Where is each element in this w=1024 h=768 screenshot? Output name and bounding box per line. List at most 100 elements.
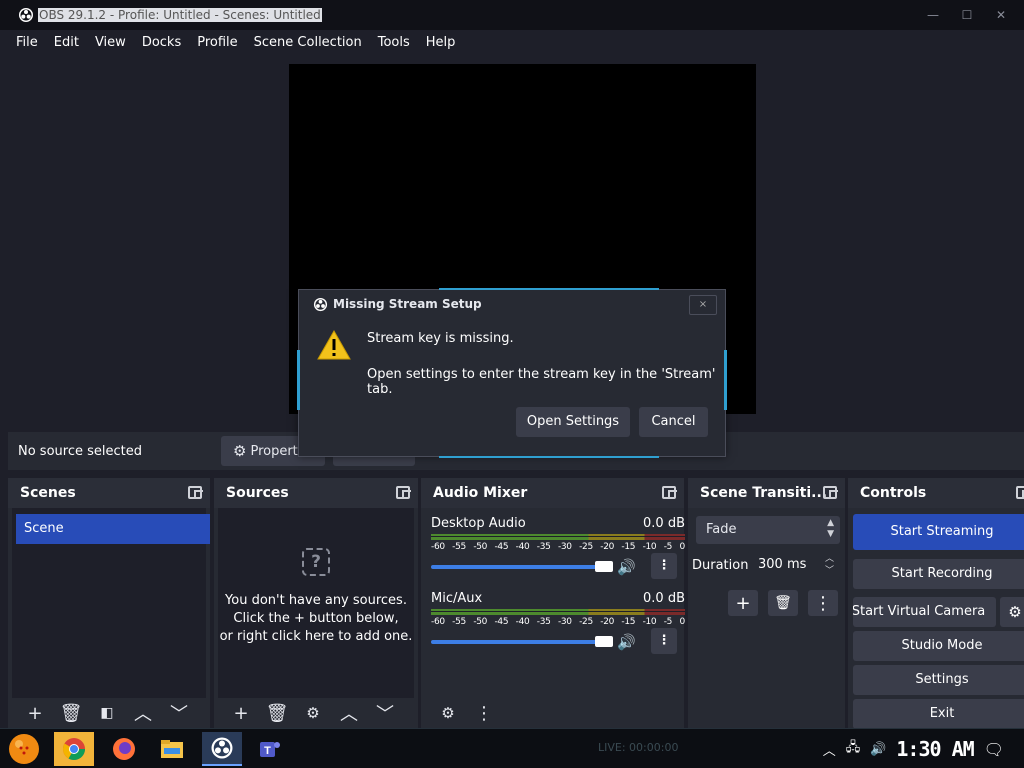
add-scene-button[interactable]: + <box>20 700 50 726</box>
settings-button[interactable]: Settings <box>853 665 1024 695</box>
undock-icon[interactable] <box>188 486 203 499</box>
move-source-down-button[interactable]: ﹀ <box>370 700 400 726</box>
taskbar-chrome[interactable] <box>54 732 94 766</box>
menu-file[interactable]: File <box>8 35 46 50</box>
source-properties-button[interactable]: ⚙ <box>298 700 328 726</box>
menu-view[interactable]: View <box>87 35 134 50</box>
no-sources-message: ? You don't have any sources. Click the … <box>218 548 414 646</box>
channel-menu-button[interactable]: ⋮ <box>651 628 677 654</box>
transitions-dock: Scene Transiti... Fade ▲ ▼ Duration 300 m… <box>688 478 845 728</box>
taskbar-obs[interactable] <box>202 732 242 766</box>
volume-icon[interactable]: 🔊 <box>870 742 886 757</box>
menu-profile[interactable]: Profile <box>189 35 245 50</box>
taskbar-teams[interactable]: T <box>250 732 290 766</box>
menu-scene-collection[interactable]: Scene Collection <box>246 35 370 50</box>
speaker-icon[interactable]: 🔊 <box>617 558 636 576</box>
title-bar: OBS 29.1.2 - Profile: Untitled - Scenes:… <box>0 0 1024 30</box>
transition-select[interactable]: Fade ▲ ▼ <box>696 516 840 544</box>
minimize-button[interactable]: — <box>916 4 950 26</box>
plus-icon: + <box>27 702 43 724</box>
speaker-icon[interactable]: 🔊 <box>617 633 636 651</box>
menu-docks[interactable]: Docks <box>134 35 189 50</box>
volume-slider[interactable]: 🔊 ⋮ <box>431 628 677 654</box>
dragon-ball-icon <box>9 734 39 764</box>
volume-handle[interactable] <box>595 636 613 647</box>
mixer-channels: Desktop Audio 0.0 dB -60 -55 -50 -45 -40 -35-… <box>425 508 685 698</box>
start-recording-button[interactable]: Start Recording <box>853 559 1024 589</box>
scene-filters-button[interactable]: ◧ <box>92 700 122 726</box>
scene-list-item[interactable]: Scene <box>16 514 210 544</box>
scenes-dock: Scenes Scene + 🗑 ◧ ︿ ﹀ <box>8 478 210 728</box>
controls-dock: Controls Start Streaming Start Recording… <box>848 478 1024 729</box>
remove-transition-button[interactable]: 🗑 <box>768 590 798 616</box>
menu-bar: File Edit View Docks Profile Scene Colle… <box>0 30 1024 54</box>
undock-icon[interactable] <box>1016 486 1024 499</box>
chrome-icon <box>63 738 85 760</box>
channel-name: Desktop Audio <box>431 516 526 531</box>
sources-title: Sources <box>226 485 289 501</box>
volume-handle[interactable] <box>595 561 613 572</box>
volume-meter <box>431 534 685 540</box>
close-window-button[interactable]: ✕ <box>984 4 1018 26</box>
cancel-button[interactable]: Cancel <box>639 407 708 437</box>
controls-title: Controls <box>860 485 927 501</box>
menu-edit[interactable]: Edit <box>46 35 87 50</box>
meter-ticks: -60 -55 -50 -45 -40 -35 -30 -25 -20 -15 -10 -5 0 <box>431 542 685 552</box>
mixer-menu-button[interactable]: ⋮ <box>469 700 499 726</box>
exit-button[interactable]: Exit <box>853 699 1024 729</box>
meter-ticks: -60 -55 -50 -45 -40 -35 -30 -25 -20 -15 -10 -5 0 <box>431 617 685 627</box>
move-scene-up-button[interactable]: ︿ <box>128 700 158 726</box>
move-source-up-button[interactable]: ︿ <box>334 700 364 726</box>
firefox-icon <box>113 738 135 760</box>
remove-source-button[interactable]: 🗑 <box>262 700 292 726</box>
spinner-icon[interactable]: ︿ ﹀ <box>825 553 834 577</box>
taskbar-firefox[interactable] <box>104 732 144 766</box>
network-icon[interactable]: 🖧 <box>846 738 861 760</box>
undock-icon[interactable] <box>823 486 838 499</box>
add-source-button[interactable]: + <box>226 700 256 726</box>
sources-dock: Sources ? You don't have any sources. Cl… <box>214 478 418 728</box>
start-streaming-button[interactable]: Start Streaming <box>853 514 1024 550</box>
studio-mode-button[interactable]: Studio Mode <box>853 631 1024 661</box>
volume-meter <box>431 609 685 615</box>
move-scene-down-button[interactable]: ﹀ <box>164 700 194 726</box>
volume-slider[interactable]: 🔊 ⋮ <box>431 553 677 579</box>
updown-icon: ▲ ▼ <box>827 518 834 539</box>
gears-icon: ⚙ <box>441 704 455 722</box>
sources-list[interactable]: ? You don't have any sources. Click the … <box>218 508 414 698</box>
advanced-audio-button[interactable]: ⚙ <box>433 700 463 726</box>
transition-menu-button[interactable]: ⋮ <box>808 590 838 616</box>
open-settings-button[interactable]: Open Settings <box>516 407 630 437</box>
channel-level: 0.0 dB <box>643 516 685 531</box>
virtual-camera-settings-button[interactable]: ⚙ <box>1000 597 1024 627</box>
window-title: OBS 29.1.2 - Profile: Untitled - Scenes:… <box>38 8 322 22</box>
start-virtual-camera-button[interactable]: Start Virtual Camera <box>853 597 996 627</box>
taskbar-file-explorer[interactable] <box>152 732 192 766</box>
duration-value: 300 ms <box>758 557 807 572</box>
duration-input[interactable]: 300 ms ︿ ﹀ <box>748 550 840 580</box>
scenes-title: Scenes <box>20 485 76 501</box>
trash-icon: 🗑 <box>774 595 792 611</box>
obs-logo-icon <box>313 297 328 311</box>
notifications-icon[interactable]: 🗨 <box>984 740 1004 759</box>
maximize-button[interactable]: ☐ <box>950 4 984 26</box>
start-button[interactable] <box>4 731 44 767</box>
undock-icon[interactable] <box>662 486 677 499</box>
trash-icon: 🗑 <box>59 702 83 724</box>
channel-name: Mic/Aux <box>431 591 483 606</box>
undock-icon[interactable] <box>396 486 411 499</box>
chevron-up-icon: ︿ <box>340 704 358 725</box>
teams-icon: T <box>260 742 280 757</box>
menu-help[interactable]: Help <box>418 35 464 50</box>
chevron-up-icon[interactable]: ︿ <box>823 740 836 759</box>
channel-menu-button[interactable]: ⋮ <box>651 553 677 579</box>
plus-icon: + <box>233 702 249 724</box>
chevron-down-icon: ﹀ <box>376 704 394 725</box>
menu-tools[interactable]: Tools <box>370 35 418 50</box>
add-transition-button[interactable]: + <box>728 590 758 616</box>
remove-scene-button[interactable]: 🗑 <box>56 700 86 726</box>
sources-toolbar: + 🗑 ⚙ ︿ ﹀ <box>214 698 418 728</box>
no-source-label: No source selected <box>18 443 142 459</box>
dialog-close-button[interactable]: × <box>689 295 717 315</box>
clock[interactable]: 1:30 AM <box>896 737 974 761</box>
